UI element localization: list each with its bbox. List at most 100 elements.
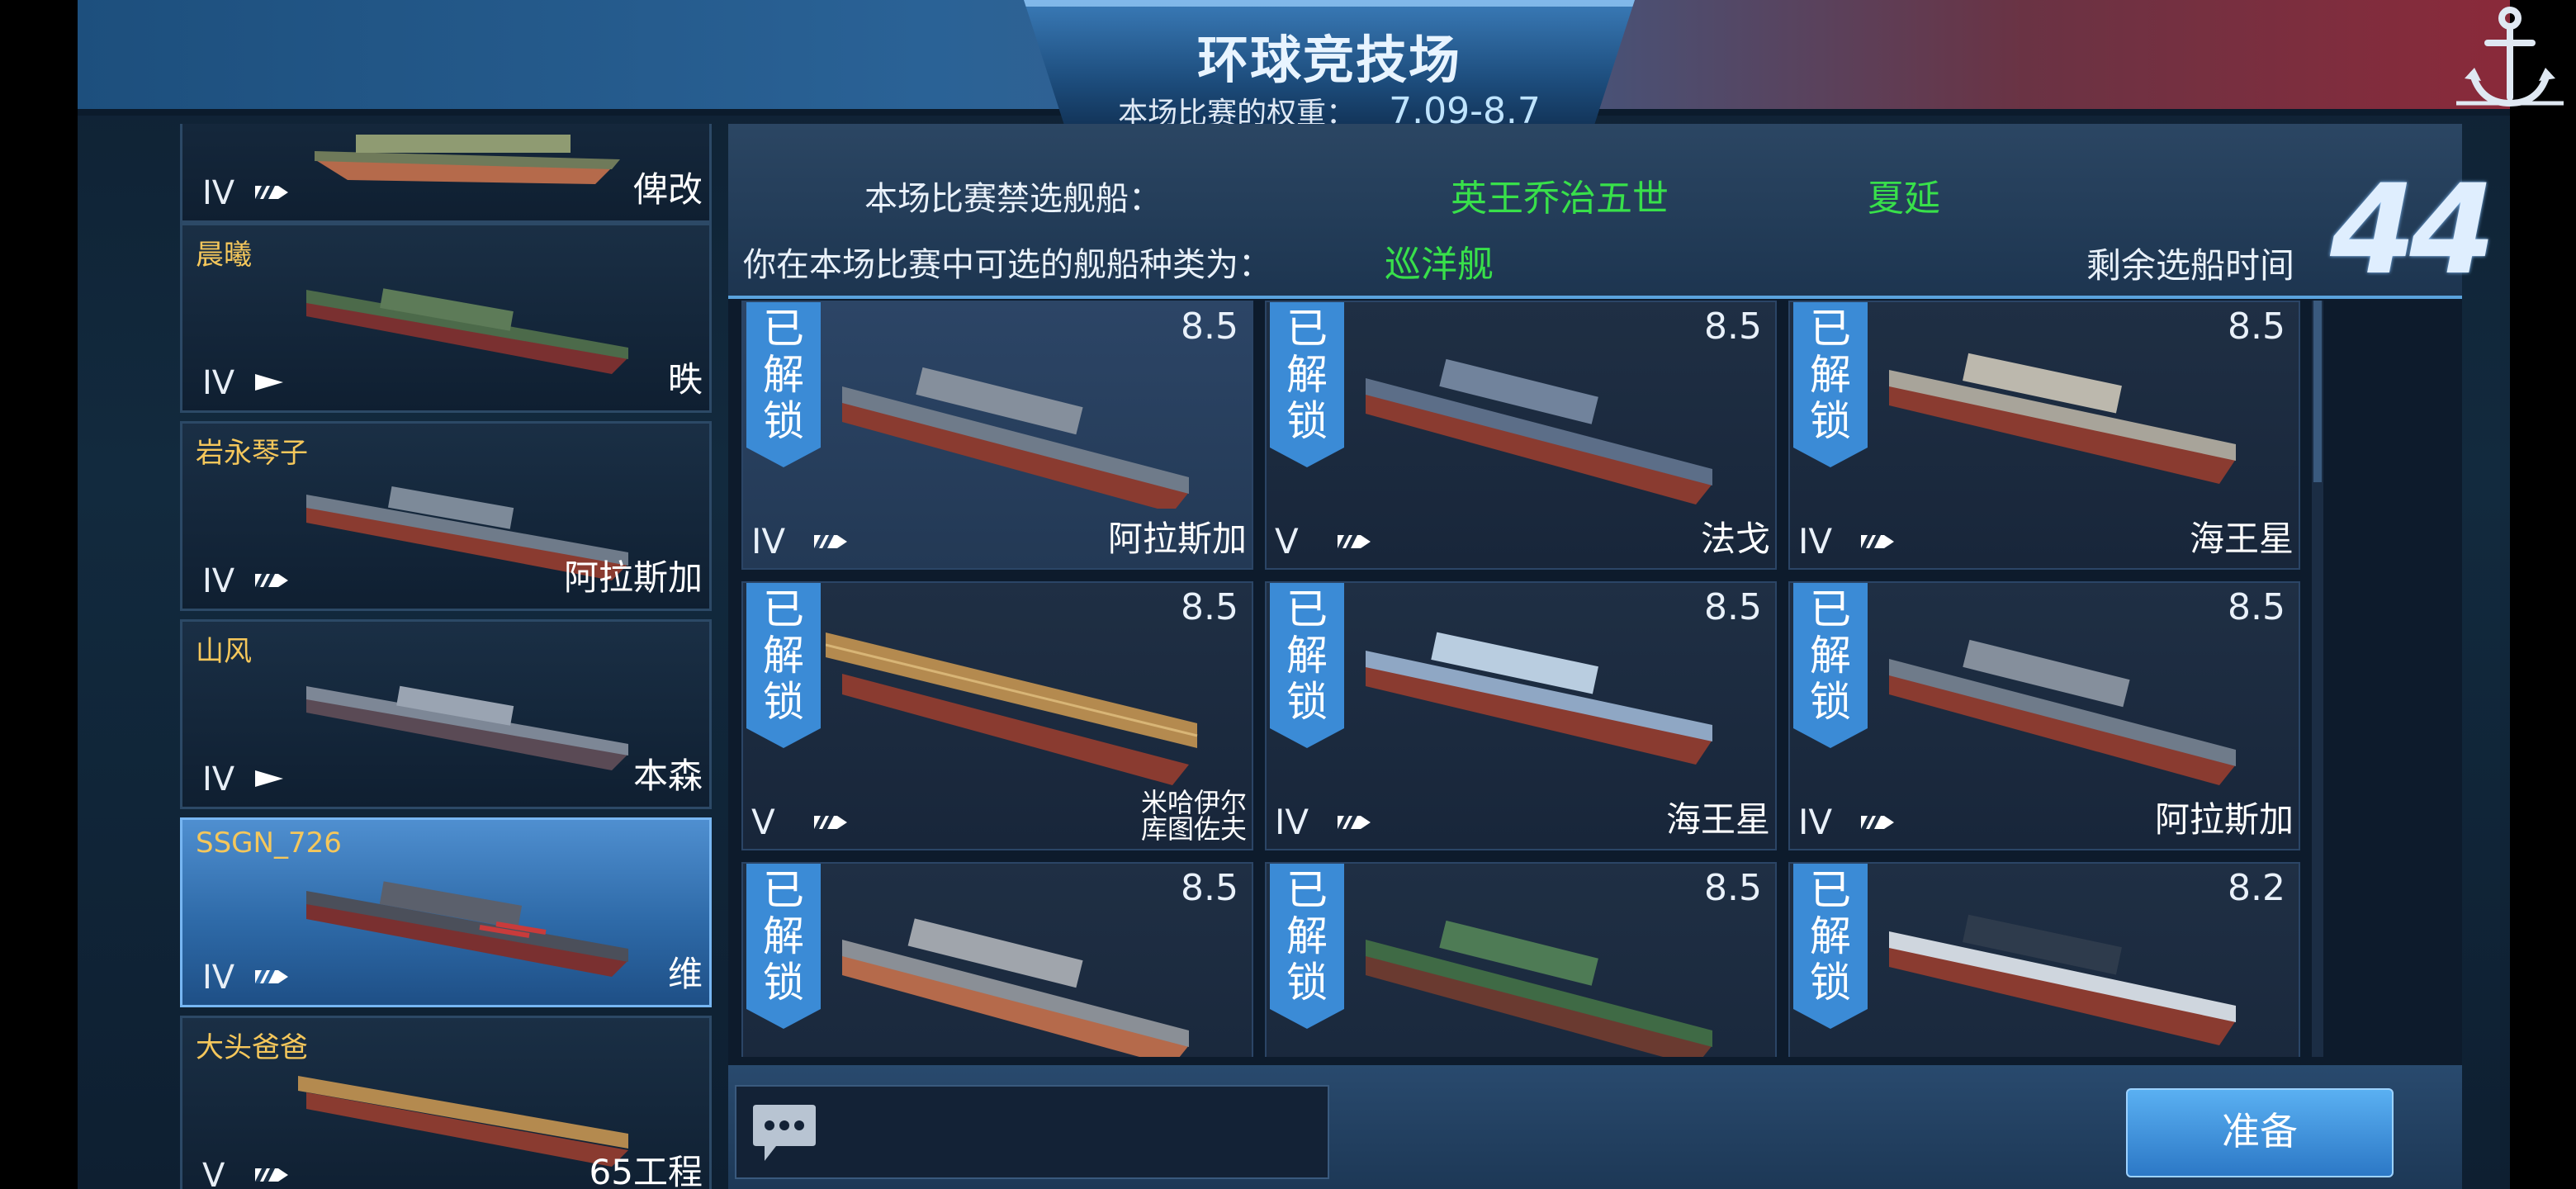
ship-image bbox=[315, 135, 620, 184]
ship-image bbox=[306, 685, 628, 770]
ship-name: 海王星 bbox=[2189, 519, 2294, 559]
cruiser-icon bbox=[255, 1168, 288, 1182]
ship-rating: 8.5 bbox=[1181, 867, 1238, 909]
ship-image bbox=[1366, 358, 1712, 504]
ship-option[interactable]: 已解锁 8.2 bbox=[1788, 862, 2300, 1057]
page-title: 环球竞技场 bbox=[1196, 30, 1461, 90]
ship-rating: 8.5 bbox=[1181, 586, 1238, 628]
ship-tier: IV bbox=[202, 959, 235, 997]
ship-tier: IV bbox=[751, 521, 786, 561]
ready-button[interactable]: 准备 bbox=[2126, 1088, 2394, 1177]
cruiser-icon bbox=[255, 186, 288, 199]
unlocked-tag: 已解锁 bbox=[1793, 302, 1868, 467]
ship-image bbox=[1366, 632, 1712, 765]
ship-tier: IV bbox=[202, 760, 235, 798]
ship-option[interactable]: 已解锁 8.5 IV 阿拉斯加 bbox=[1788, 581, 2300, 850]
ship-tier: IV bbox=[1798, 802, 1833, 842]
allowed-type-label: 你在本场比赛中可选的舰船种类为： bbox=[743, 246, 1271, 284]
banned-ship: 夏延 bbox=[1868, 178, 1940, 220]
timer-label: 剩余选船时间 bbox=[2086, 245, 2295, 286]
unlocked-tag: 已解锁 bbox=[1793, 583, 1868, 748]
ship-rating: 8.5 bbox=[2228, 586, 2285, 628]
grid-scrollbar[interactable] bbox=[2312, 301, 2323, 1057]
player-ship-card[interactable]: 大头爸爸 V 65工程 bbox=[180, 1016, 712, 1189]
ship-tier: IV bbox=[202, 174, 235, 212]
ship-rating: 8.5 bbox=[1704, 306, 1762, 348]
ship-name: 阿拉斯加 bbox=[1107, 519, 1247, 559]
cruiser-icon bbox=[814, 535, 847, 548]
ship-image bbox=[306, 288, 628, 374]
ship-image bbox=[1366, 920, 1712, 1057]
unlocked-tag: 已解锁 bbox=[1270, 583, 1344, 748]
ship-name: 海王星 bbox=[1665, 799, 1770, 840]
ship-option[interactable]: 已解锁 8.5 IV 海王星 bbox=[1788, 301, 2300, 570]
ship-name: 俾改 bbox=[632, 169, 703, 210]
ship-image bbox=[842, 918, 1189, 1057]
player-ship-list: IV 俾改 晨曦 IV 昳 岩永琴子 IV 阿拉斯加 山风 IV 本森 SSGN… bbox=[180, 124, 712, 1189]
ship-image bbox=[306, 881, 628, 977]
ship-name: 昳 bbox=[667, 359, 703, 400]
player-ship-card[interactable]: 岩永琴子 IV 阿拉斯加 bbox=[180, 421, 712, 611]
ship-tier: IV bbox=[202, 562, 235, 600]
ship-name: 阿拉斯加 bbox=[563, 557, 703, 598]
ship-rating: 8.5 bbox=[1181, 306, 1238, 348]
ship-tier: V bbox=[751, 802, 775, 842]
player-ship-card[interactable]: IV 俾改 bbox=[180, 124, 712, 223]
cruiser-icon bbox=[814, 816, 847, 829]
ship-tier: V bbox=[202, 1157, 225, 1189]
cruiser-icon bbox=[1338, 535, 1371, 548]
scrollbar-thumb[interactable] bbox=[2313, 301, 2322, 482]
player-name: 山风 bbox=[196, 635, 252, 668]
player-ship-card[interactable]: 晨曦 IV 昳 bbox=[180, 223, 712, 413]
anchor-icon[interactable] bbox=[2456, 0, 2564, 116]
ship-tier: IV bbox=[202, 364, 235, 402]
unlocked-tag: 已解锁 bbox=[746, 302, 821, 467]
ship-option[interactable]: 已解锁 8.5 bbox=[1265, 862, 1777, 1057]
ship-name: 维 bbox=[667, 954, 703, 994]
ship-image bbox=[842, 367, 1189, 509]
ship-option[interactable]: 已解锁 8.5 IV 海王星 bbox=[1265, 581, 1777, 850]
unlocked-tag: 已解锁 bbox=[1270, 302, 1344, 467]
ship-image bbox=[298, 1076, 628, 1167]
countdown-timer: 44 bbox=[2330, 159, 2496, 302]
destroyer-icon bbox=[255, 770, 283, 787]
cruiser-icon bbox=[255, 970, 288, 983]
ship-rating: 8.5 bbox=[2228, 306, 2285, 348]
cruiser-icon bbox=[255, 574, 288, 587]
ship-name: 阿拉斯加 bbox=[2154, 799, 2294, 840]
cruiser-icon bbox=[1338, 816, 1371, 829]
ship-tier: IV bbox=[1798, 521, 1833, 561]
chat-input[interactable] bbox=[735, 1085, 1329, 1179]
ship-tier: IV bbox=[1275, 802, 1309, 842]
ship-rating: 8.5 bbox=[1704, 867, 1762, 909]
ship-option[interactable]: 已解锁 8.5 IV 阿拉斯加 bbox=[741, 301, 1253, 570]
ship-option[interactable]: 已解锁 8.5 V 法戈 bbox=[1265, 301, 1777, 570]
ship-name: 65工程 bbox=[589, 1152, 703, 1189]
ship-option[interactable]: 已解锁 8.5 bbox=[741, 862, 1253, 1057]
ship-option[interactable]: 已解锁 8.5 V 米哈伊尔 库图佐夫 bbox=[741, 581, 1253, 850]
unlocked-tag: 已解锁 bbox=[746, 864, 821, 1029]
ship-grid: 已解锁 8.5 IV 阿拉斯加 已解锁 8.5 V 法戈 已解锁 8.5 IV … bbox=[741, 301, 2302, 1057]
title-plate: 环球竞技场 本场比赛的权重： 7.09-8.7 bbox=[1024, 0, 1635, 133]
ship-rating: 8.5 bbox=[1704, 586, 1762, 628]
chat-icon[interactable] bbox=[751, 1101, 817, 1164]
ship-name: 本森 bbox=[632, 756, 703, 796]
player-ship-card[interactable]: 山风 IV 本森 bbox=[180, 619, 712, 809]
ship-image bbox=[1889, 353, 2236, 484]
cruiser-icon bbox=[1861, 535, 1894, 548]
banned-ship: 英王乔治五世 bbox=[1451, 178, 1669, 220]
ship-name: 米哈伊尔 库图佐夫 bbox=[1140, 787, 1247, 845]
player-ship-card-selected[interactable]: SSGN_726 IV 维 bbox=[180, 817, 712, 1007]
cruiser-icon bbox=[1861, 816, 1894, 829]
allowed-ship-type: 巡洋舰 bbox=[1385, 244, 1494, 286]
unlocked-tag: 已解锁 bbox=[1270, 864, 1344, 1029]
ship-tier: V bbox=[1275, 521, 1299, 561]
ship-image bbox=[826, 632, 1198, 785]
player-name: 晨曦 bbox=[196, 239, 252, 272]
match-info: 本场比赛禁选舰船： 英王乔治五世 夏延 你在本场比赛中可选的舰船种类为： 巡洋舰… bbox=[728, 124, 2496, 299]
ship-name: 法戈 bbox=[1700, 519, 1770, 559]
ship-image bbox=[1889, 914, 2236, 1045]
ship-image bbox=[1889, 639, 2236, 785]
ship-rating: 8.2 bbox=[2228, 867, 2285, 909]
unlocked-tag: 已解锁 bbox=[1793, 864, 1868, 1029]
